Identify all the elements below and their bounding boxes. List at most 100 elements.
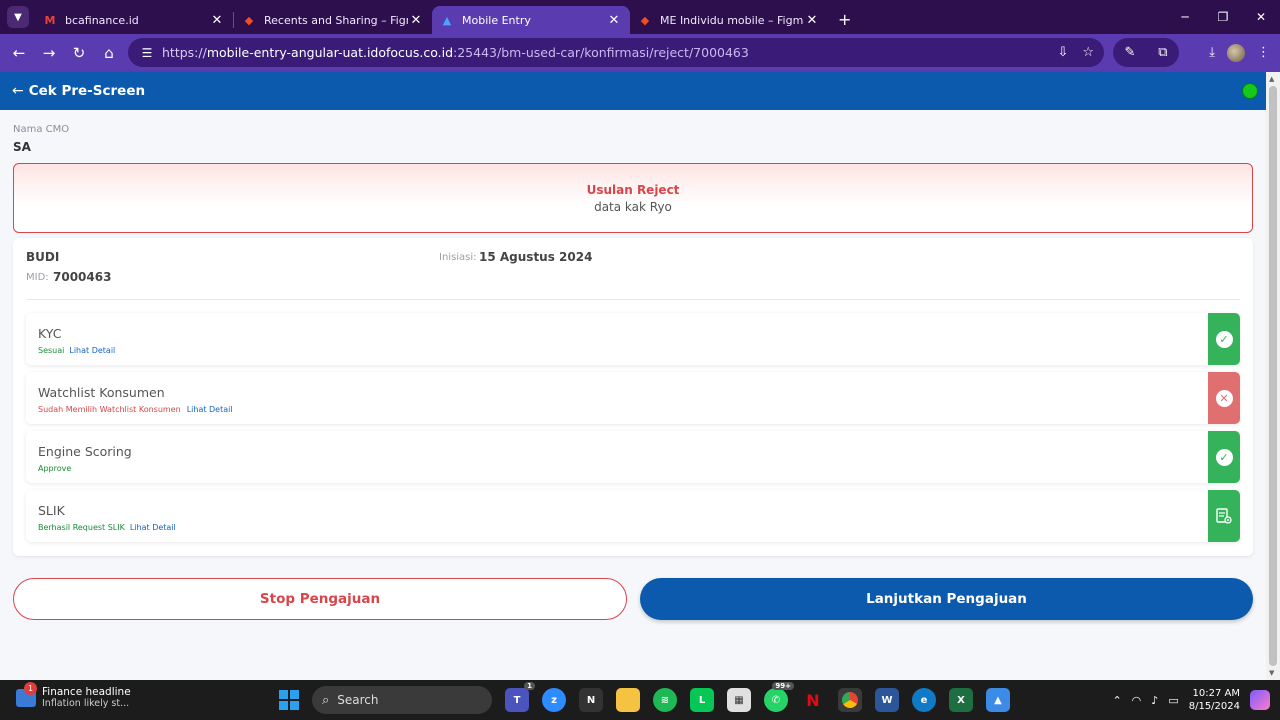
system-tray: ⌃ ◠ ♪ ▭ 10:27 AM 8/15/2024 (1112, 680, 1270, 720)
inisiasi-date: 15 Agustus 2024 (479, 250, 593, 264)
chevron-up-icon[interactable]: ⌃ (1112, 694, 1121, 707)
window-controls: ─ ❐ ✕ (1166, 0, 1280, 34)
volume-icon[interactable]: ♪ (1151, 694, 1158, 707)
lihat-detail-link[interactable]: Lihat Detail (130, 523, 176, 532)
back-arrow-icon[interactable]: ← (4, 38, 34, 68)
check-status: Sesuai (38, 346, 65, 355)
new-tab-icon[interactable]: + (838, 10, 851, 29)
forward-arrow-icon[interactable]: → (34, 38, 64, 68)
clock-time: 10:27 AM (1192, 688, 1240, 699)
extension-pen-icon[interactable]: ✎ (1124, 45, 1135, 60)
check-badge: ✓ (1208, 313, 1240, 365)
check-status: Berhasil Request SLIK (38, 523, 125, 532)
minimize-icon[interactable]: ─ (1166, 0, 1204, 34)
excel-icon[interactable]: X (949, 688, 973, 712)
word-icon[interactable]: W (875, 688, 899, 712)
check-label: SLIK (38, 503, 65, 518)
close-icon[interactable]: ✕ (606, 13, 622, 28)
whatsapp-icon[interactable]: ✆ 99+ (764, 682, 794, 712)
line-icon[interactable]: L (690, 688, 714, 712)
home-icon[interactable]: ⌂ (94, 38, 124, 68)
close-icon[interactable]: ✕ (408, 13, 424, 28)
slik-view-button[interactable] (1208, 490, 1240, 542)
clock-date: 8/15/2024 (1188, 701, 1240, 712)
close-icon[interactable]: ✕ (209, 13, 225, 28)
page-scrollbar[interactable]: ▲ ▼ (1266, 72, 1280, 680)
profile-avatar[interactable] (1227, 43, 1245, 62)
browser-tab[interactable]: M bcafinance.id ✕ (35, 6, 233, 34)
stop-pengajuan-button[interactable]: Stop Pengajuan (13, 578, 627, 620)
tab-title: bcafinance.id (65, 13, 139, 27)
taskbar-search[interactable]: ⌕ Search (312, 686, 492, 714)
notification-badge: 1 (24, 681, 37, 695)
maximize-icon[interactable]: ❐ (1204, 0, 1242, 34)
clock[interactable]: 10:27 AM 8/15/2024 (1189, 687, 1240, 713)
check-label: Engine Scoring (38, 444, 132, 459)
check-label: Watchlist Konsumen (38, 385, 165, 400)
battery-icon[interactable]: ▭ (1168, 694, 1178, 707)
check-row-slik: SLIK Berhasil Request SLIK Lihat Detail (26, 490, 1240, 542)
scrollbar-thumb[interactable] (1269, 86, 1277, 666)
app-header: ← Cek Pre-Screen (0, 72, 1266, 110)
check-status: Approve (38, 464, 72, 473)
lanjutkan-pengajuan-button[interactable]: Lanjutkan Pengajuan (640, 578, 1253, 620)
search-icon: ⌕ (322, 692, 330, 708)
browser-tab[interactable]: ◆ Recents and Sharing – Figma ✕ (234, 6, 432, 34)
extensions-puzzle-icon[interactable]: ⧉ (1158, 45, 1167, 60)
store-icon[interactable]: ▦ (727, 688, 751, 712)
url-host: mobile-entry-angular-uat.idofocus.co.id (206, 45, 454, 60)
more-menu-icon[interactable]: ⋮ (1257, 45, 1270, 60)
scroll-down-icon[interactable]: ▼ (1269, 669, 1274, 677)
teams-icon[interactable]: T1 (505, 682, 535, 712)
scroll-up-icon[interactable]: ▲ (1269, 75, 1274, 83)
tab-search-icon[interactable]: ▼ (7, 6, 29, 28)
install-app-icon[interactable]: ⇩ (1057, 45, 1068, 60)
close-icon: ✕ (1215, 389, 1233, 407)
site-info-icon[interactable]: ☰ (136, 46, 158, 60)
check-badge: ✕ (1208, 372, 1240, 424)
extensions-group: ✎ ⧉ (1113, 38, 1179, 67)
reload-icon[interactable]: ↻ (64, 38, 94, 68)
document-view-icon (1216, 508, 1232, 524)
news-subtitle: Inflation likely st... (42, 698, 130, 709)
check-icon: ✓ (1215, 448, 1233, 466)
main-content: Nama CMO SA Usulan Reject data kak Ryo B… (0, 110, 1266, 680)
edge-icon[interactable]: e (912, 688, 936, 712)
tab-title: Mobile Entry (462, 13, 531, 27)
download-icon[interactable]: ⤓ (1209, 45, 1215, 60)
page-title: Cek Pre-Screen (28, 83, 146, 99)
browser-tab-active[interactable]: ▲ Mobile Entry ✕ (432, 6, 630, 34)
reject-title: Usulan Reject (586, 183, 680, 197)
chrome-icon[interactable] (838, 688, 862, 712)
figma-icon: ◆ (244, 13, 254, 27)
search-label: Search (337, 693, 379, 707)
close-window-icon[interactable]: ✕ (1242, 0, 1280, 34)
netflix-icon[interactable]: N (801, 688, 825, 712)
check-label: KYC (38, 326, 62, 341)
windows-start-icon[interactable] (279, 690, 299, 710)
app-launcher-icon[interactable]: ▲ (986, 688, 1010, 712)
lihat-detail-link[interactable]: Lihat Detail (187, 405, 233, 414)
bookmark-star-icon[interactable]: ☆ (1082, 45, 1094, 60)
check-badge: ✓ (1208, 431, 1240, 483)
customer-name: BUDI (26, 250, 60, 264)
file-explorer-icon[interactable] (616, 688, 640, 712)
url-path: :25443/bm-used-car/konfirmasi/reject/700… (453, 45, 749, 60)
news-widget[interactable]: 1 Finance headline Inflation likely st..… (16, 681, 131, 709)
close-icon[interactable]: ✕ (804, 13, 820, 28)
mid-label: MID: (26, 272, 49, 283)
lihat-detail-link[interactable]: Lihat Detail (69, 346, 115, 355)
wifi-icon[interactable]: ◠ (1132, 694, 1142, 707)
copilot-icon[interactable] (1250, 690, 1270, 710)
notion-icon[interactable]: N (579, 688, 603, 712)
browser-toolbar: ← → ↻ ⌂ ☰ https://mobile-entry-angular-u… (0, 34, 1280, 72)
spotify-icon[interactable]: ≋ (653, 688, 677, 712)
check-status: Sudah Memilih Watchlist Konsumen (38, 405, 181, 414)
browser-tab[interactable]: ◆ ME Individu mobile – Figma ✕ (630, 6, 828, 34)
check-row-kyc: KYC Sesuai Lihat Detail ✓ (26, 313, 1240, 365)
address-bar[interactable]: ☰ https://mobile-entry-angular-uat.idofo… (128, 38, 1104, 67)
whatsapp-badge: 99+ (772, 682, 794, 690)
online-status-indicator (1242, 83, 1258, 99)
back-arrow-icon[interactable]: ← (12, 83, 24, 99)
zoom-icon[interactable]: z (542, 688, 566, 712)
